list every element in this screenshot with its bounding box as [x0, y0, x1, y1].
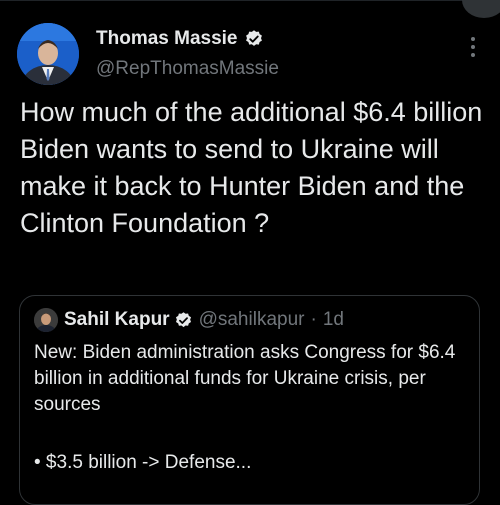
top-divider: [0, 0, 500, 1]
quote-verified-badge-icon: [175, 311, 191, 327]
verified-badge-icon: [245, 30, 262, 46]
author-name-row[interactable]: Thomas Massie: [96, 28, 264, 50]
quote-avatar-photo: [34, 308, 58, 332]
quote-bullet-line: • $3.5 billion -> Defense...: [34, 452, 252, 473]
close-badge[interactable]: [462, 0, 500, 18]
more-options-icon[interactable]: [468, 36, 478, 58]
avatar-photo: [17, 23, 79, 85]
quote-author-handle[interactable]: @sahilkapur: [199, 309, 305, 331]
quote-author-name[interactable]: Sahil Kapur: [64, 309, 170, 331]
quote-text: New: Biden administration asks Congress …: [34, 342, 456, 415]
tweet-text: How much of the additional $6.4 billion …: [20, 97, 483, 238]
author-name[interactable]: Thomas Massie: [96, 28, 238, 50]
quote-tweet-card[interactable]: Sahil Kapur @sahilkapur · 1d New: Biden …: [19, 295, 480, 505]
quote-timestamp[interactable]: 1d: [323, 309, 344, 331]
quote-avatar[interactable]: [34, 308, 58, 332]
quote-separator: ·: [310, 309, 317, 330]
quote-header: Sahil Kapur @sahilkapur · 1d: [34, 308, 344, 332]
avatar[interactable]: [17, 23, 79, 85]
author-handle[interactable]: @RepThomasMassie: [96, 58, 279, 80]
